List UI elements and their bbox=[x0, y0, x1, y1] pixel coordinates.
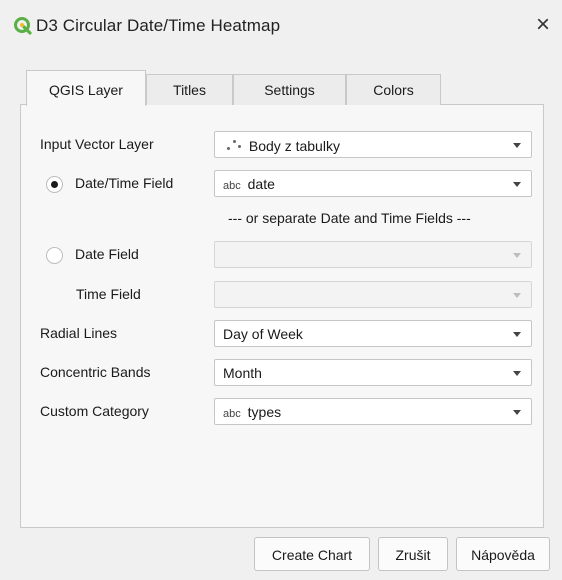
chevron-down-icon bbox=[513, 410, 521, 415]
tab-panel bbox=[20, 104, 544, 528]
cancel-button[interactable]: Zrušit bbox=[378, 537, 448, 571]
date-field-radio[interactable] bbox=[46, 247, 63, 264]
custom-category-combo[interactable]: abc types bbox=[214, 398, 532, 425]
string-type-icon: abc bbox=[223, 180, 241, 192]
input-vector-layer-value: Body z tabulky bbox=[248, 138, 340, 154]
chevron-down-icon bbox=[513, 143, 521, 148]
radial-lines-label: Radial Lines bbox=[40, 325, 118, 341]
create-chart-button[interactable]: Create Chart bbox=[254, 537, 370, 571]
chevron-down-icon bbox=[513, 371, 521, 376]
point-layer-icon bbox=[223, 137, 245, 153]
concentric-bands-value: Month bbox=[223, 365, 262, 381]
tab-settings[interactable]: Settings bbox=[233, 74, 346, 105]
tab-colors[interactable]: Colors bbox=[346, 74, 441, 105]
radial-lines-value: Day of Week bbox=[223, 326, 303, 342]
chevron-down-icon bbox=[513, 332, 521, 337]
window-title: D3 Circular Date/Time Heatmap bbox=[36, 16, 281, 35]
date-field-label: Date Field bbox=[75, 246, 139, 262]
time-field-combo[interactable] bbox=[214, 281, 532, 308]
custom-category-value: types bbox=[247, 404, 282, 420]
time-field-label: Time Field bbox=[76, 286, 141, 302]
input-vector-layer-combo[interactable]: Body z tabulky bbox=[214, 131, 532, 158]
datetime-field-value: date bbox=[247, 176, 275, 192]
concentric-bands-label: Concentric Bands bbox=[40, 364, 151, 380]
datetime-field-combo[interactable]: abc date bbox=[214, 170, 532, 197]
radial-lines-combo[interactable]: Day of Week bbox=[214, 320, 532, 347]
close-icon[interactable]: × bbox=[530, 12, 556, 38]
radio-selected-dot bbox=[51, 181, 58, 188]
chevron-down-icon bbox=[513, 253, 521, 258]
tab-titles[interactable]: Titles bbox=[146, 74, 233, 105]
title-bar: D3 Circular Date/Time Heatmap × bbox=[0, 0, 562, 52]
concentric-bands-combo[interactable]: Month bbox=[214, 359, 532, 386]
input-vector-layer-label: Input Vector Layer bbox=[40, 136, 154, 152]
help-button[interactable]: Nápověda bbox=[456, 537, 550, 571]
string-type-icon: abc bbox=[223, 408, 241, 420]
custom-category-label: Custom Category bbox=[40, 403, 149, 419]
datetime-field-radio[interactable] bbox=[46, 176, 63, 193]
tab-qgis-layer[interactable]: QGIS Layer bbox=[26, 70, 146, 106]
qgis-logo-icon bbox=[14, 17, 32, 35]
separator-text: --- or separate Date and Time Fields --- bbox=[228, 210, 471, 226]
chevron-down-icon bbox=[513, 293, 521, 298]
date-field-combo[interactable] bbox=[214, 241, 532, 268]
datetime-field-label: Date/Time Field bbox=[75, 175, 174, 191]
chevron-down-icon bbox=[513, 182, 521, 187]
